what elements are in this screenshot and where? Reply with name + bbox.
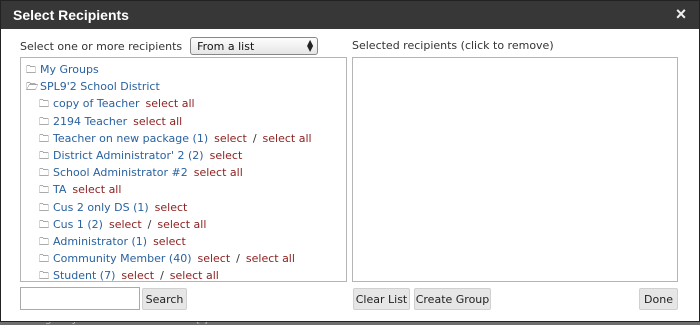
- select-all-link[interactable]: select all: [72, 183, 121, 196]
- tree-group-item[interactable]: 🗀 2194 Teacher select all: [26, 113, 346, 130]
- folder-icon: 🗀: [39, 168, 49, 180]
- group-name-link[interactable]: TA: [53, 183, 66, 196]
- search-button[interactable]: Search: [142, 288, 187, 310]
- dialog-title: Select Recipients: [13, 7, 129, 23]
- group-name-link[interactable]: Student (7): [53, 269, 115, 281]
- group-name-link[interactable]: Cus 1 (2): [53, 218, 103, 231]
- select-all-link[interactable]: select all: [133, 115, 182, 128]
- folder-icon: 🗀: [39, 219, 49, 231]
- folder-icon: 🗀: [39, 271, 49, 282]
- select-all-link[interactable]: select all: [146, 97, 195, 110]
- tree-group-item[interactable]: 🗀 Community Member (40) select / select all: [26, 250, 346, 267]
- folder-icon: 🗀: [39, 236, 49, 248]
- tree-group-item[interactable]: 🗀 School Administrator #2 select all: [26, 164, 346, 181]
- select-recipients-dialog: Select Recipients × Select one or more r…: [0, 0, 700, 322]
- folder-icon: 🗀: [26, 65, 36, 76]
- folder-icon: 🗀: [39, 254, 49, 266]
- tree-group-item[interactable]: 🗀 copy of Teacher select all: [26, 95, 346, 112]
- recipient-source-row: Select one or more recipients From a lis…: [20, 37, 319, 55]
- folder-icon: 🗀: [39, 133, 49, 145]
- search-input[interactable]: [20, 287, 140, 310]
- tree-group-item[interactable]: 🗀 Administrator (1) select: [26, 233, 346, 250]
- close-icon[interactable]: ×: [672, 5, 690, 23]
- separator: /: [160, 269, 164, 282]
- select-all-link[interactable]: select all: [157, 218, 206, 231]
- recipient-source-label: Select one or more recipients: [20, 39, 183, 53]
- group-name-link[interactable]: 2194 Teacher: [53, 115, 127, 128]
- recipient-source-select[interactable]: From a list ▲ ▼: [190, 37, 319, 55]
- recipient-source-value: From a list: [197, 39, 255, 53]
- select-link[interactable]: select: [153, 235, 186, 248]
- selected-recipients-list[interactable]: [352, 57, 678, 282]
- group-name-link[interactable]: Administrator (1): [53, 235, 147, 248]
- tree-item-district[interactable]: 🗁 SPL9'2 School District: [26, 78, 346, 95]
- select-all-link[interactable]: select all: [246, 252, 295, 265]
- select-all-link[interactable]: select all: [194, 166, 243, 179]
- select-link[interactable]: select: [214, 132, 247, 145]
- tree-group-item[interactable]: 🗀 Student (7) select / select all: [26, 267, 346, 282]
- tree-item-my-groups[interactable]: 🗀 My Groups: [26, 61, 346, 78]
- clear-list-button[interactable]: Clear List: [353, 288, 410, 310]
- tree-item-label[interactable]: SPL9'2 School District: [40, 80, 160, 93]
- select-link[interactable]: select: [197, 252, 230, 265]
- select-all-link[interactable]: select all: [170, 269, 219, 281]
- folder-icon: 🗀: [39, 116, 49, 128]
- separator: /: [252, 131, 257, 145]
- group-name-link[interactable]: Teacher on new package (1): [53, 132, 208, 145]
- select-arrows-icon: ▲ ▼: [306, 38, 314, 53]
- select-all-link[interactable]: select all: [263, 132, 312, 145]
- group-tree: 🗀 My Groups 🗁 SPL9'2 School District 🗀 copy…: [20, 57, 347, 282]
- folder-icon: 🗀: [39, 185, 49, 197]
- group-name-link[interactable]: District Administrator' 2 (2): [53, 149, 204, 162]
- tree-group-item[interactable]: 🗀 District Administrator' 2 (2) select: [26, 147, 346, 164]
- selected-recipients-label: Selected recipients (click to remove): [352, 39, 554, 52]
- folder-icon: 🗀: [39, 202, 49, 214]
- select-link[interactable]: select: [109, 218, 142, 231]
- select-link[interactable]: select: [121, 269, 154, 281]
- folder-icon: 🗀: [39, 99, 49, 111]
- separator: /: [236, 252, 240, 266]
- select-link[interactable]: select: [210, 149, 243, 162]
- group-name-link[interactable]: copy of Teacher: [53, 97, 140, 110]
- folder-open-icon: 🗁: [26, 82, 39, 94]
- tree-item-label[interactable]: My Groups: [40, 63, 99, 76]
- separator: /: [147, 217, 152, 231]
- tree-group-item[interactable]: 🗀 Cus 2 only DS (1) select: [26, 199, 346, 216]
- folder-icon: 🗀: [39, 150, 49, 162]
- tree-group-item[interactable]: 🗀 Cus 1 (2) select / select all: [26, 216, 346, 233]
- group-name-link[interactable]: Cus 2 only DS (1): [53, 201, 149, 214]
- dialog-titlebar: Select Recipients ×: [1, 1, 699, 29]
- tree-group-item[interactable]: 🗀 TA select all: [26, 181, 346, 198]
- create-group-button[interactable]: Create Group: [414, 288, 491, 310]
- select-link[interactable]: select: [155, 201, 188, 214]
- group-name-link[interactable]: Community Member (40): [53, 252, 191, 265]
- done-button[interactable]: Done: [639, 288, 678, 310]
- group-name-link[interactable]: School Administrator #2: [53, 166, 188, 179]
- tree-group-item[interactable]: 🗀 Teacher on new package (1) select / select…: [26, 130, 346, 147]
